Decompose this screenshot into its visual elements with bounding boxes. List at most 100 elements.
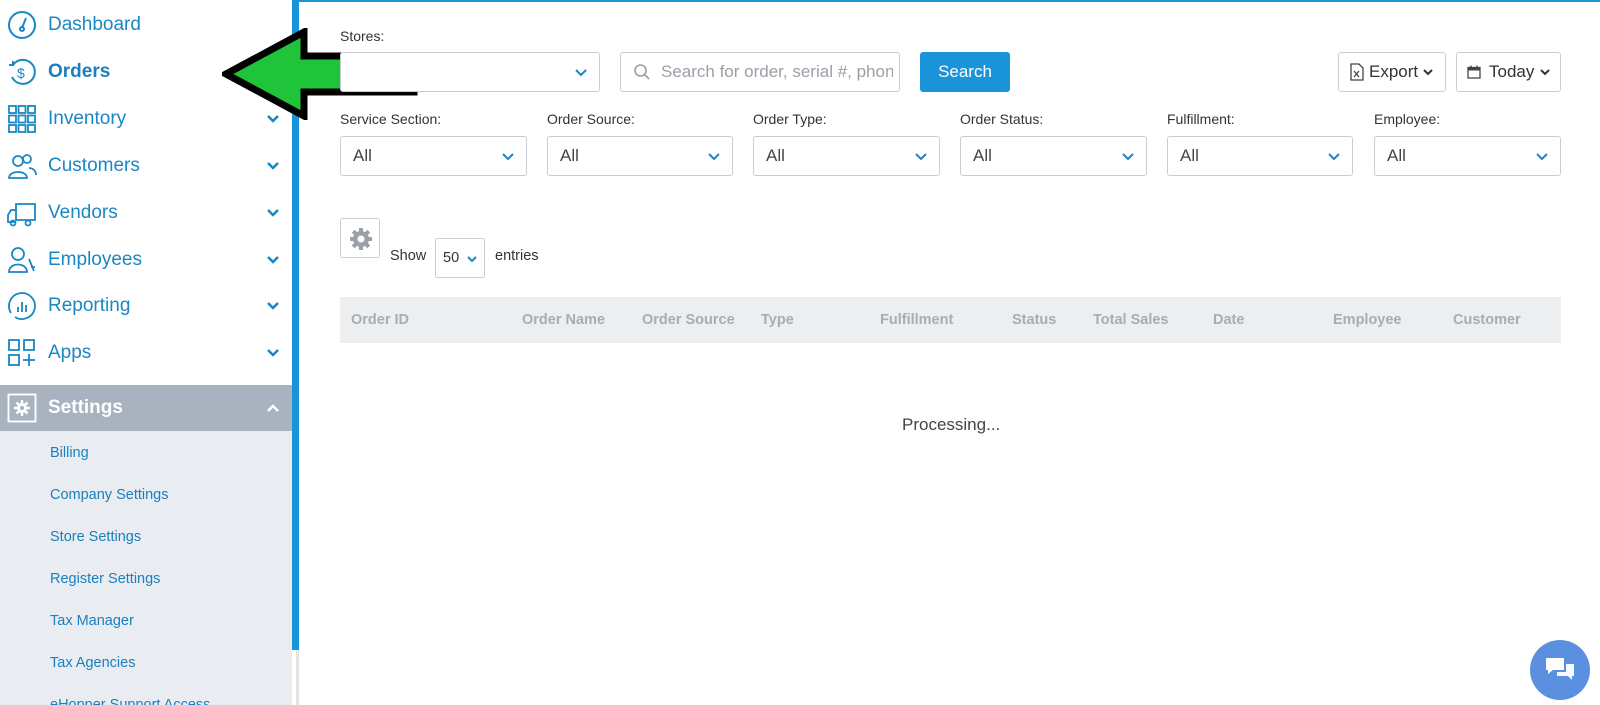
sidebar-item-label: Apps bbox=[48, 342, 92, 363]
chevron-up-icon bbox=[267, 404, 279, 412]
sidebar-item-vendors[interactable]: Vendors bbox=[0, 190, 292, 236]
excel-file-icon bbox=[1350, 63, 1364, 81]
chevron-down-icon bbox=[267, 162, 279, 170]
column-header-status[interactable]: Status bbox=[1012, 312, 1056, 328]
sidebar-item-reporting[interactable]: Reporting bbox=[0, 283, 292, 329]
sidebar-item-settings[interactable]: Settings bbox=[0, 385, 292, 431]
chevron-down-icon bbox=[502, 153, 514, 161]
sidebar-item-label: Dashboard bbox=[48, 14, 141, 35]
order-type-value: All bbox=[766, 146, 785, 165]
chevron-down-icon bbox=[1423, 69, 1433, 76]
sidebar-item-label: Reporting bbox=[48, 295, 131, 316]
column-header-date[interactable]: Date bbox=[1213, 312, 1244, 328]
entries-value: 50 bbox=[443, 250, 460, 266]
chevron-down-icon bbox=[708, 153, 720, 161]
order-type-label: Order Type: bbox=[753, 111, 827, 127]
search-icon bbox=[634, 64, 650, 80]
chevron-down-icon bbox=[1328, 153, 1340, 161]
service-section-select[interactable]: All bbox=[340, 136, 527, 176]
search-button[interactable]: Search bbox=[920, 52, 1010, 92]
submenu-item-tax-agencies[interactable]: Tax Agencies bbox=[50, 655, 135, 671]
order-status-value: All bbox=[973, 146, 992, 165]
show-label: Show bbox=[390, 248, 427, 264]
employee-value: All bbox=[1387, 146, 1406, 165]
chat-icon bbox=[1546, 658, 1574, 680]
entries-per-page-select[interactable]: 50 bbox=[435, 238, 485, 278]
top-accent-line bbox=[299, 0, 1600, 2]
sidebar-item-label: Orders bbox=[48, 61, 111, 82]
export-button[interactable]: Export bbox=[1338, 52, 1446, 92]
fulfillment-select[interactable]: All bbox=[1167, 136, 1353, 176]
column-header-type[interactable]: Type bbox=[761, 312, 794, 328]
order-type-select[interactable]: All bbox=[753, 136, 940, 176]
grid-icon bbox=[8, 105, 36, 133]
order-source-value: All bbox=[560, 146, 579, 165]
chevron-down-icon bbox=[267, 256, 279, 264]
export-label: Export bbox=[1369, 62, 1419, 81]
submenu-item-tax-manager[interactable]: Tax Manager bbox=[50, 613, 134, 629]
sidebar-item-label: Customers bbox=[48, 155, 140, 176]
submenu-item-register-settings[interactable]: Register Settings bbox=[50, 571, 160, 587]
gear-icon bbox=[7, 393, 37, 423]
sidebar-item-customers[interactable]: Customers bbox=[0, 143, 292, 189]
submenu-item-company-settings[interactable]: Company Settings bbox=[50, 487, 168, 503]
live-chat-button[interactable] bbox=[1530, 640, 1590, 700]
chevron-down-icon bbox=[1540, 69, 1551, 76]
date-label: Today bbox=[1489, 62, 1535, 81]
column-header-order-id[interactable]: Order ID bbox=[351, 312, 409, 328]
settings-submenu: Billing Company Settings Store Settings … bbox=[0, 431, 292, 705]
column-header-employee[interactable]: Employee bbox=[1333, 312, 1402, 328]
order-source-select[interactable]: All bbox=[547, 136, 733, 176]
chevron-down-icon bbox=[467, 256, 477, 263]
chevron-down-icon bbox=[1536, 153, 1548, 161]
chevron-down-icon bbox=[915, 153, 927, 161]
search-input[interactable] bbox=[661, 59, 893, 85]
chart-icon bbox=[8, 292, 36, 320]
chevron-down-icon bbox=[267, 349, 279, 357]
sidebar-item-label: Employees bbox=[48, 249, 142, 270]
apps-icon bbox=[8, 339, 35, 366]
orders-table-header: Order ID Order Name Order Source Type Fu… bbox=[340, 297, 1561, 343]
calendar-icon bbox=[1467, 65, 1481, 79]
users-icon bbox=[8, 154, 37, 179]
entries-label: entries bbox=[495, 248, 539, 264]
sidebar-item-label: Settings bbox=[48, 397, 123, 418]
employee-label: Employee: bbox=[1374, 111, 1441, 127]
stores-select[interactable] bbox=[340, 52, 600, 92]
sidebar-item-employees[interactable]: Employees bbox=[0, 237, 292, 283]
gear-icon bbox=[350, 228, 372, 250]
processing-indicator: Processing... bbox=[902, 415, 1001, 434]
service-section-label: Service Section: bbox=[340, 111, 442, 127]
chevron-down-icon bbox=[267, 209, 279, 217]
service-section-value: All bbox=[353, 146, 372, 165]
order-source-label: Order Source: bbox=[547, 111, 635, 127]
submenu-item-store-settings[interactable]: Store Settings bbox=[50, 529, 141, 545]
sidebar-item-label: Inventory bbox=[48, 108, 127, 129]
employee-select[interactable]: All bbox=[1374, 136, 1561, 176]
sidebar-item-label: Vendors bbox=[48, 202, 118, 223]
chevron-down-icon bbox=[1122, 153, 1134, 161]
sidebar-item-apps[interactable]: Apps bbox=[0, 330, 292, 376]
column-header-customer[interactable]: Customer bbox=[1453, 312, 1521, 328]
stores-label: Stores: bbox=[340, 28, 385, 44]
search-field[interactable] bbox=[620, 52, 900, 92]
fulfillment-value: All bbox=[1180, 146, 1199, 165]
column-header-total-sales[interactable]: Total Sales bbox=[1093, 312, 1168, 328]
employee-icon bbox=[8, 247, 35, 273]
submenu-item-support-access[interactable]: eHopper Support Access bbox=[50, 697, 210, 705]
fulfillment-label: Fulfillment: bbox=[1167, 111, 1235, 127]
order-status-select[interactable]: All bbox=[960, 136, 1147, 176]
dollar-cycle-icon: $ bbox=[9, 58, 36, 85]
sidebar-divider-bottom bbox=[296, 650, 299, 705]
truck-icon bbox=[7, 203, 36, 227]
column-settings-button[interactable] bbox=[340, 218, 380, 258]
gauge-icon bbox=[8, 11, 36, 39]
column-header-order-source[interactable]: Order Source bbox=[642, 312, 735, 328]
chevron-down-icon bbox=[267, 302, 279, 310]
column-header-order-name[interactable]: Order Name bbox=[522, 312, 605, 328]
chevron-down-icon bbox=[575, 69, 587, 77]
column-header-fulfillment[interactable]: Fulfillment bbox=[880, 312, 953, 328]
order-status-label: Order Status: bbox=[960, 111, 1044, 127]
submenu-item-billing[interactable]: Billing bbox=[50, 445, 89, 461]
date-range-button[interactable]: Today bbox=[1456, 52, 1561, 92]
